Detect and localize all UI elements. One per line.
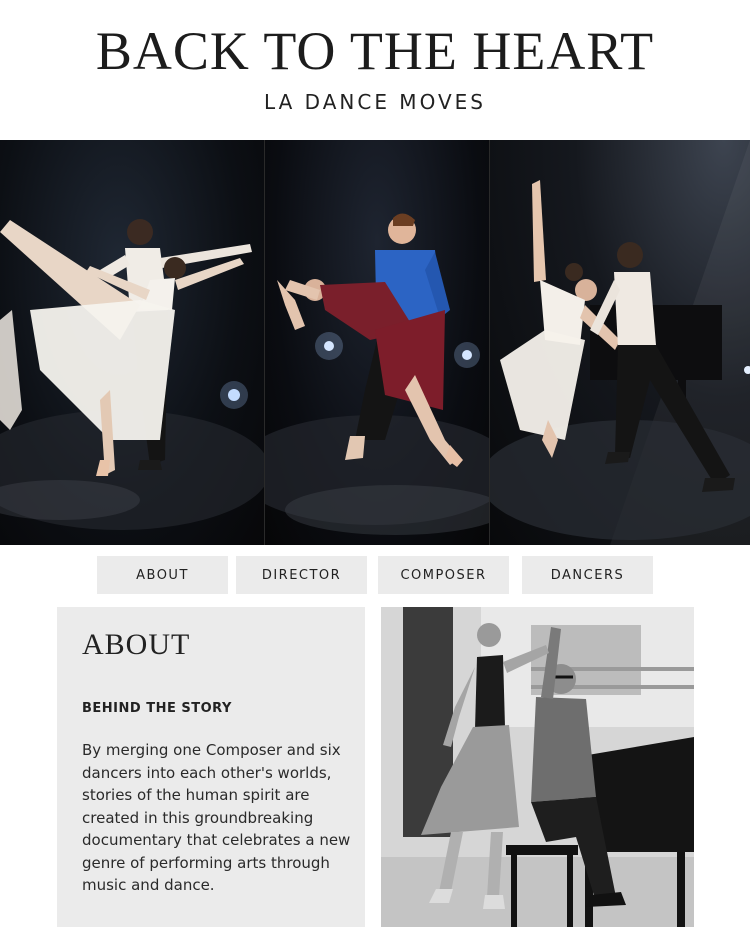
about-body-text: By merging one Composer and six dancers … bbox=[82, 741, 351, 894]
hero-photo-strip bbox=[0, 140, 750, 545]
about-heading: ABOUT bbox=[82, 628, 191, 661]
about-subheading: BEHIND THE STORY bbox=[82, 701, 232, 716]
nav-composer-button[interactable]: COMPOSER bbox=[378, 556, 509, 594]
page-subtitle: LA DANCE MOVES bbox=[264, 90, 486, 114]
hero-photo-2 bbox=[265, 140, 489, 545]
nav-dancers-button[interactable]: DANCERS bbox=[522, 556, 653, 594]
hero-photo-3 bbox=[490, 140, 750, 545]
rehearsal-photo bbox=[381, 607, 694, 927]
nav-director-button[interactable]: DIRECTOR bbox=[236, 556, 367, 594]
page-title: BACK TO THE HEART bbox=[95, 21, 655, 81]
hero-photo-1 bbox=[0, 140, 264, 545]
nav-about-button[interactable]: ABOUT bbox=[97, 556, 228, 594]
